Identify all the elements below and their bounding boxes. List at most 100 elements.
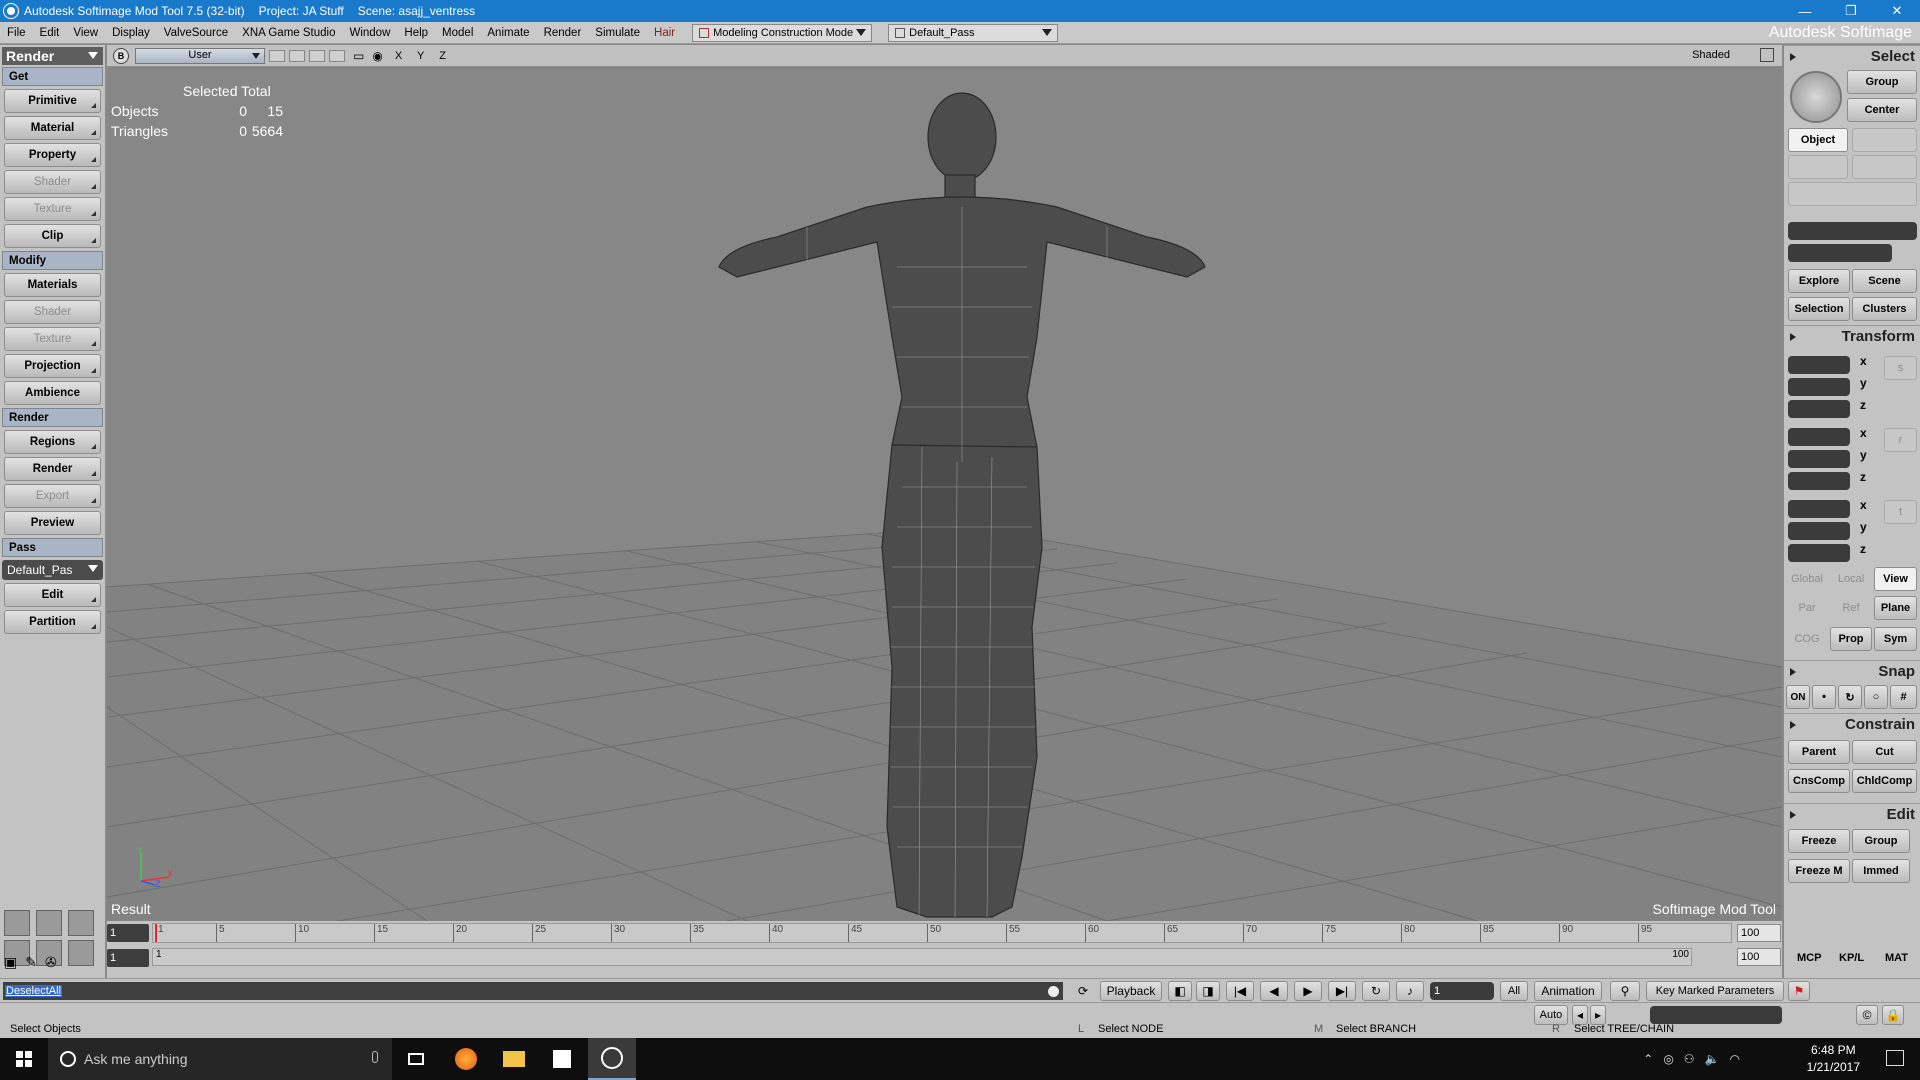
selection-button[interactable]: Selection [1788, 297, 1850, 321]
taskbar-clock[interactable]: 6:48 PM 1/21/2017 [1807, 1042, 1860, 1076]
chldcomp-button[interactable]: ChldComp [1852, 769, 1917, 793]
range-slider[interactable]: 1 100 [152, 948, 1692, 966]
camera-icon[interactable]: ▭ [353, 49, 364, 63]
select-center-button[interactable]: Center [1847, 98, 1917, 122]
select-empty-1[interactable] [1852, 128, 1917, 152]
par-button[interactable]: Par [1786, 596, 1828, 620]
store-icon[interactable] [538, 1038, 586, 1080]
viewport-letter-badge[interactable]: B [113, 47, 129, 64]
clip-button[interactable]: Clip [4, 224, 101, 248]
module-select[interactable]: Render [2, 47, 103, 65]
menu-animate[interactable]: Animate [480, 27, 536, 39]
select-tool-arrow-icon[interactable] [1790, 71, 1842, 123]
menu-xna-game-studio[interactable]: XNA Game Studio [235, 27, 342, 39]
layout-grid-icon[interactable] [68, 910, 94, 936]
file-explorer-icon[interactable] [490, 1038, 538, 1080]
softimage-app-icon[interactable] [4, 4, 18, 18]
shader-button[interactable]: Shader [4, 170, 101, 194]
microphone-icon[interactable] [372, 1051, 378, 1063]
projection-button[interactable]: Projection [4, 354, 101, 378]
playback-button[interactable]: Playback [1100, 981, 1162, 1001]
immed-button[interactable]: Immed [1852, 859, 1910, 883]
scale-z-field[interactable] [1788, 400, 1850, 418]
next-key-icon[interactable]: ◨ [1196, 981, 1220, 1001]
rotate-tool-icon[interactable]: r [1884, 428, 1917, 452]
memo-cam-2[interactable] [289, 49, 305, 62]
snap-grid-icon[interactable]: # [1890, 685, 1917, 709]
eye-icon[interactable]: ◉ [372, 49, 382, 63]
freeze-m-button[interactable]: Freeze M [1788, 859, 1850, 883]
regions-button[interactable]: Regions [4, 430, 101, 454]
plane-button[interactable]: Plane [1874, 596, 1917, 620]
view-button[interactable]: View [1874, 567, 1917, 591]
property-button[interactable]: Property [4, 143, 101, 167]
auto-key-button[interactable]: Auto [1534, 1005, 1568, 1025]
chevron-down-icon[interactable] [1048, 986, 1059, 997]
loop-icon[interactable]: ↻ [1362, 981, 1390, 1001]
layout-split-icon[interactable] [36, 910, 62, 936]
tab-mcp[interactable]: MCP [1797, 952, 1821, 964]
key-marked-parameters-button[interactable]: Key Marked Parameters [1646, 981, 1784, 1001]
film-reel-icon[interactable]: ✇ [45, 954, 57, 971]
rotate-y-field[interactable] [1788, 450, 1850, 468]
export-button[interactable]: Export [4, 484, 101, 508]
help-icon[interactable]: © [1856, 1005, 1878, 1025]
translate-z-field[interactable] [1788, 544, 1850, 562]
steam-icon[interactable]: ◎ [1663, 1052, 1673, 1066]
texture-button[interactable]: Texture [4, 197, 101, 221]
explore-button[interactable]: Explore [1788, 269, 1850, 293]
rotate-z-field[interactable] [1788, 472, 1850, 490]
global-button[interactable]: Global [1786, 567, 1828, 591]
menu-simulate[interactable]: Simulate [588, 27, 647, 39]
tab-kp-l[interactable]: KP/L [1839, 952, 1864, 964]
select-empty-2[interactable] [1788, 155, 1848, 179]
local-button[interactable]: Local [1830, 567, 1872, 591]
pass-select[interactable]: Default_Pass [888, 23, 1059, 42]
memo-cam-4[interactable] [329, 49, 345, 62]
prev-frame-icon[interactable]: ◀ [1260, 981, 1288, 1001]
current-frame-field[interactable]: 1 [1430, 982, 1494, 1000]
range-start-field[interactable]: 1 [107, 949, 149, 967]
selection-field[interactable] [1788, 222, 1917, 240]
select-title[interactable]: Select [1784, 45, 1920, 67]
display-mode-menu[interactable]: Shaded [1692, 49, 1730, 61]
ambience-button[interactable]: Ambience [4, 381, 101, 405]
menu-valvesource[interactable]: ValveSource [157, 27, 235, 39]
camera-select[interactable]: User [135, 47, 265, 64]
restore-button[interactable]: ❐ [1828, 0, 1874, 22]
scale-x-field[interactable] [1788, 356, 1850, 374]
layout-quad-icon[interactable] [4, 910, 30, 936]
axis-toggles[interactable]: X Y Z [395, 50, 452, 62]
construction-mode-select[interactable]: Modeling Construction Mode [692, 23, 873, 42]
snap-on-button[interactable]: ON [1786, 685, 1810, 709]
menu-edit[interactable]: Edit [33, 27, 67, 39]
cog-button[interactable]: COG [1786, 627, 1828, 651]
select-object-button[interactable]: Object [1788, 128, 1848, 152]
tray-chevron-icon[interactable]: ⌃ [1643, 1052, 1653, 1066]
minimize-button[interactable]: — [1782, 0, 1828, 22]
snap-surface-icon[interactable]: ○ [1864, 685, 1888, 709]
snap-title[interactable]: Snap [1784, 660, 1920, 682]
timeline-ruler[interactable]: 1 5 10 15 20 25 30 35 40 45 50 55 60 65 … [152, 923, 1732, 943]
windows-start-icon[interactable] [0, 1038, 48, 1080]
prev-keyframe-icon[interactable]: ◂ [1572, 1005, 1588, 1025]
keying-field[interactable] [1650, 1006, 1782, 1024]
menu-render[interactable]: Render [537, 27, 589, 39]
select-empty-3[interactable] [1852, 155, 1917, 179]
brush-icon[interactable]: ✎ [25, 954, 37, 971]
prev-key-icon[interactable]: ◧ [1168, 981, 1192, 1001]
ref-button[interactable]: Ref [1830, 596, 1872, 620]
playback-options-icon[interactable]: ⟳ [1072, 981, 1094, 1001]
all-button[interactable]: All [1500, 981, 1528, 1001]
clusters-button[interactable]: Clusters [1852, 297, 1917, 321]
sym-button[interactable]: Sym [1874, 627, 1917, 651]
menu-view[interactable]: View [66, 27, 105, 39]
select-filter-menu[interactable] [1788, 182, 1917, 206]
cut-button[interactable]: Cut [1852, 740, 1917, 764]
materials-button[interactable]: Materials [4, 273, 101, 297]
network-icon[interactable]: ⚇ [1684, 1052, 1695, 1066]
volume-icon[interactable]: 🔈 [1705, 1052, 1720, 1066]
partition-button[interactable]: Partition [4, 610, 101, 634]
translate-tool-icon[interactable]: t [1884, 500, 1917, 524]
task-view-icon[interactable] [392, 1038, 440, 1080]
